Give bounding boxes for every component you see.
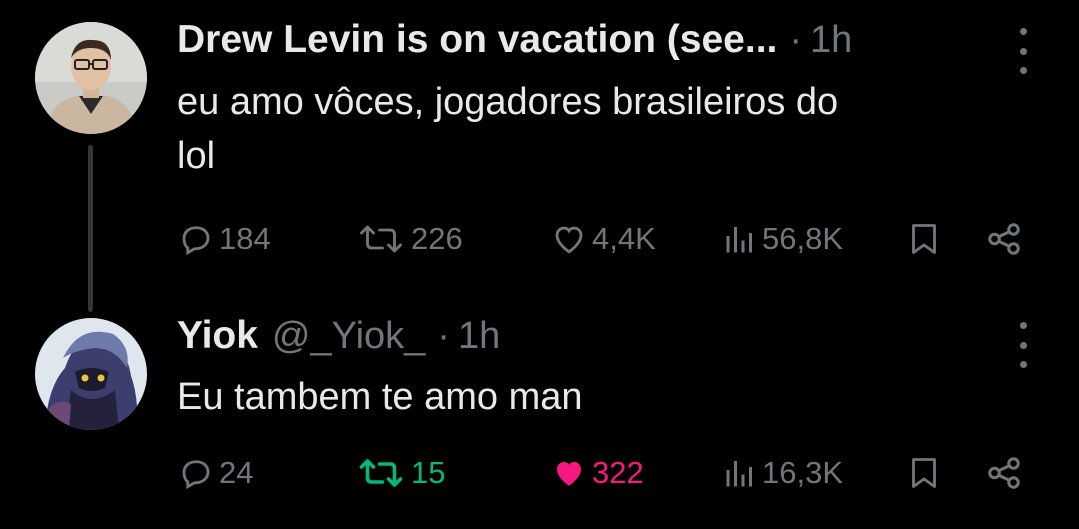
more-vertical-icon[interactable]	[1010, 28, 1036, 74]
retweet-button[interactable]: 226	[355, 214, 463, 264]
reply-button[interactable]: 184	[177, 214, 271, 264]
views-count: 16,3K	[762, 455, 844, 490]
more-vertical-icon[interactable]	[1010, 322, 1036, 368]
heart-icon	[555, 226, 583, 254]
retweet-count: 15	[411, 455, 446, 490]
views-icon	[726, 461, 752, 487]
share-icon	[988, 457, 1020, 489]
tweet-actions: 184 226 4,4K 56,8K	[0, 214, 1079, 264]
like-button[interactable]: 4,4K	[550, 214, 656, 264]
like-count: 322	[592, 455, 644, 490]
avatar[interactable]	[35, 22, 147, 134]
reply-count: 184	[219, 221, 271, 256]
tweet-header: Yiok @_Yiok_ · 1h	[177, 314, 500, 358]
retweet-icon	[359, 459, 403, 487]
tweet[interactable]: Yiok @_Yiok_ · 1h Eu tambem te amo man 2…	[0, 300, 1079, 529]
tweet[interactable]: Drew Levin is on vacation (see... · 1h e…	[0, 0, 1079, 300]
tweet-header: Drew Levin is on vacation (see... · 1h	[177, 18, 852, 62]
share-button[interactable]	[985, 448, 1023, 498]
separator-dot: ·	[437, 315, 450, 357]
display-name[interactable]: Drew Levin is on vacation (see...	[177, 18, 777, 62]
bookmark-button[interactable]	[906, 214, 942, 264]
tweet-text: eu amo vôces, jogadores brasileiros do l…	[177, 81, 839, 177]
tweet-text: Eu tambem te amo man	[177, 376, 583, 418]
retweet-count: 226	[411, 221, 463, 256]
reply-count: 24	[219, 455, 254, 490]
retweet-icon	[360, 225, 402, 253]
timestamp[interactable]: 1h	[458, 315, 500, 358]
bookmark-button[interactable]	[906, 448, 942, 498]
reply-button[interactable]: 24	[177, 448, 253, 498]
like-count: 4,4K	[592, 221, 656, 256]
views-button[interactable]: 56,8K	[722, 214, 843, 264]
reply-icon	[182, 226, 210, 256]
handle[interactable]: @_Yiok_	[272, 315, 425, 358]
reply-icon	[182, 460, 210, 490]
avatar[interactable]	[35, 318, 147, 430]
views-count: 56,8K	[762, 221, 844, 256]
share-button[interactable]	[985, 214, 1023, 264]
display-name[interactable]: Yiok	[177, 314, 258, 358]
like-button[interactable]: 322	[550, 448, 644, 498]
retweet-button[interactable]: 15	[355, 448, 445, 498]
bookmark-icon	[912, 458, 936, 488]
timestamp[interactable]: 1h	[810, 19, 852, 62]
views-button[interactable]: 16,3K	[722, 448, 843, 498]
heart-icon	[557, 462, 581, 486]
separator-dot: ·	[789, 19, 803, 61]
bookmark-icon	[912, 224, 936, 254]
views-icon	[726, 227, 752, 253]
share-icon	[988, 223, 1020, 255]
tweet-actions: 24 15 322 16,3K	[0, 448, 1079, 498]
